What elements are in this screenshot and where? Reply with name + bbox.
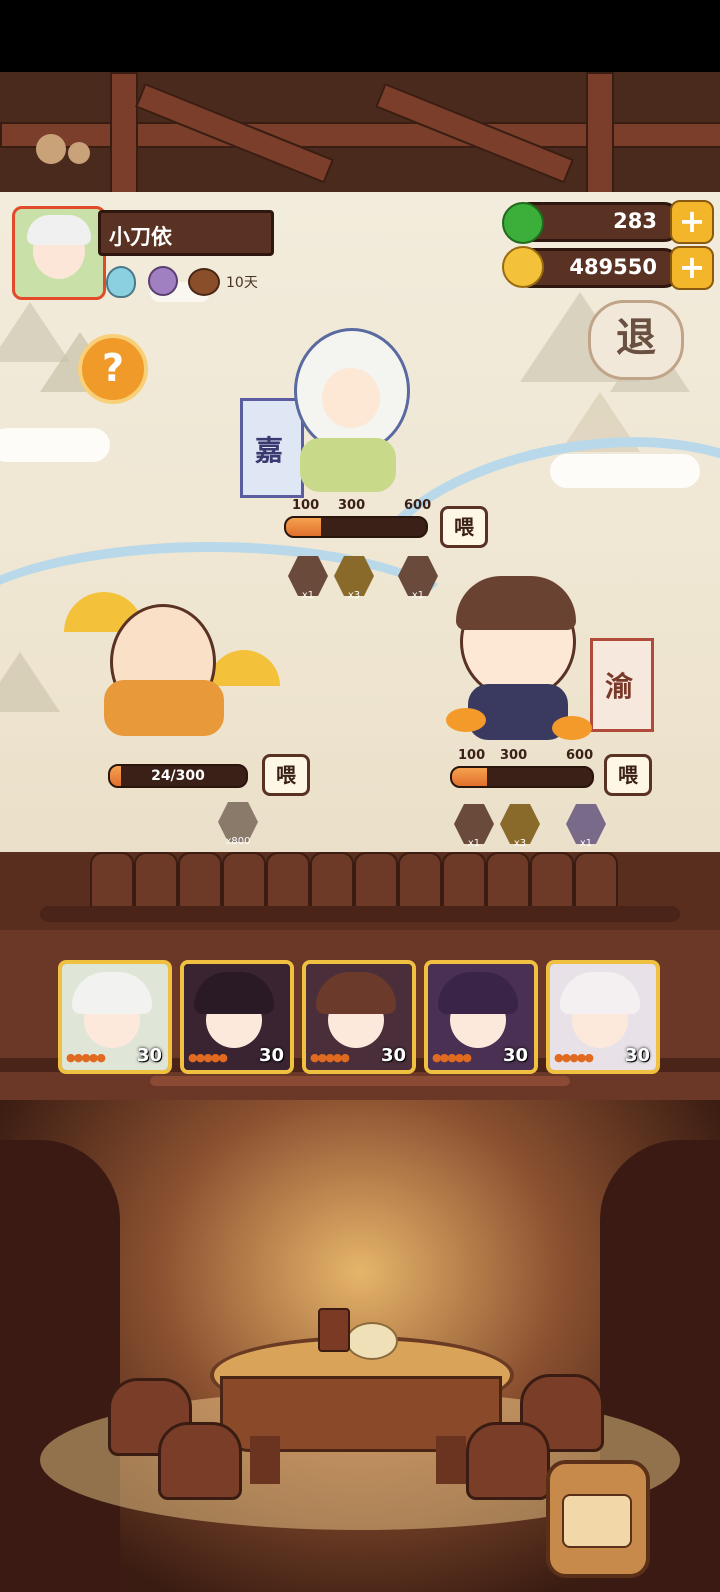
days-label: 10天 — [226, 275, 258, 291]
character-warrior-girl-hair — [456, 576, 576, 630]
top-station-progress — [284, 516, 428, 538]
right-feed-button[interactable]: 喂 — [604, 754, 652, 796]
key-icon[interactable] — [188, 268, 220, 296]
character-lion-cap-boy-face — [322, 368, 380, 428]
hero-card-2[interactable]: ●●●●● 30 — [180, 960, 294, 1074]
player-name: 小刀依 — [109, 225, 172, 249]
right-tick-300: 300 — [500, 748, 528, 763]
character-upgrade-icon[interactable] — [148, 266, 178, 296]
right-reward-2-label: x3 — [513, 838, 527, 849]
character-lute-boy-body — [104, 680, 224, 736]
egg-icon[interactable] — [106, 266, 136, 298]
fish-left-icon — [446, 708, 486, 732]
roof-beams — [0, 72, 720, 192]
character-lion-cap-boy-body — [300, 438, 396, 492]
banner-yu: 渝 — [590, 638, 654, 732]
chick-icons — [36, 130, 96, 170]
left-station-progress: 24/300 — [108, 764, 248, 788]
top-station-progress-fill — [286, 518, 321, 536]
player-avatar[interactable] — [12, 206, 106, 300]
help-button[interactable]: ? — [78, 334, 148, 404]
top-reward-2-label: x3 — [347, 590, 361, 601]
left-progress-text: 24/300 — [151, 768, 205, 784]
hero-stars-1: ●●●●● — [66, 1051, 106, 1064]
tea-room — [0, 1100, 720, 1592]
hero-hair-2 — [194, 972, 274, 1014]
right-station-progress — [450, 766, 594, 788]
backpack-button[interactable] — [546, 1460, 650, 1578]
hero-stars-2: ●●●●● — [188, 1051, 228, 1064]
right-tick-600: 600 — [566, 748, 594, 763]
tea-caddy-icon — [318, 1308, 350, 1352]
hero-level-2: 30 — [258, 1045, 284, 1066]
hero-stars-3: ●●●●● — [310, 1051, 350, 1064]
player-name-plate: 小刀依 — [98, 210, 274, 256]
apple-count: 283 — [613, 209, 657, 233]
top-feed-button[interactable]: 喂 — [440, 506, 488, 548]
hero-level-3: 30 — [380, 1045, 406, 1066]
stool-4[interactable] — [466, 1422, 550, 1500]
coin-icon — [502, 246, 544, 288]
banner-yu-text: 渝 — [605, 670, 634, 703]
right-station-progress-fill — [452, 768, 487, 786]
hero-card-5[interactable]: ●●●●● 30 — [546, 960, 660, 1074]
hero-stars-5: ●●●●● — [554, 1051, 594, 1064]
hero-level-5: 30 — [624, 1045, 650, 1066]
fish-right-icon — [552, 716, 592, 740]
hero-card-1[interactable]: ●●●●● 30 — [58, 960, 172, 1074]
add-apple-button[interactable]: + — [670, 200, 714, 244]
banner-jia: 嘉 — [240, 398, 304, 498]
status-bar — [0, 0, 720, 72]
hero-stars-4: ●●●●● — [432, 1051, 472, 1064]
right-reward-1-label: x1 — [467, 838, 481, 849]
hero-hair-5 — [560, 972, 640, 1014]
exit-button[interactable]: 退 — [588, 300, 684, 380]
hero-card-4[interactable]: ●●●●● 30 — [424, 960, 538, 1074]
hero-hair-1 — [72, 972, 152, 1014]
teapot-icon — [346, 1322, 398, 1360]
hero-card-3[interactable]: ●●●●● 30 — [302, 960, 416, 1074]
top-reward-3-label: x1 — [411, 590, 425, 601]
hero-level-1: 30 — [136, 1045, 162, 1066]
right-tick-100: 100 — [458, 748, 486, 763]
hero-hair-3 — [316, 972, 396, 1014]
left-feed-button[interactable]: 喂 — [262, 754, 310, 796]
top-tick-600: 600 — [404, 498, 432, 513]
stool-3[interactable] — [158, 1422, 242, 1500]
hero-hair-4 — [438, 972, 518, 1014]
coin-count: 489550 — [569, 255, 657, 279]
tea-table[interactable] — [210, 1336, 514, 1486]
right-reward-3-label: x1 — [579, 838, 593, 849]
roof-eave — [0, 852, 720, 932]
top-tick-100: 100 — [292, 498, 320, 513]
top-tick-300: 300 — [338, 498, 366, 513]
top-reward-1-label: x1 — [301, 590, 315, 601]
add-coin-button[interactable]: + — [670, 246, 714, 290]
hero-level-4: 30 — [502, 1045, 528, 1066]
left-reward-label: x800 — [225, 836, 251, 847]
apple-icon — [502, 202, 544, 244]
banner-jia-text: 嘉 — [255, 434, 284, 467]
map-scene: 小刀依 10天 283 + 489550 + ? 退 嘉 100 300 600… — [0, 192, 720, 882]
